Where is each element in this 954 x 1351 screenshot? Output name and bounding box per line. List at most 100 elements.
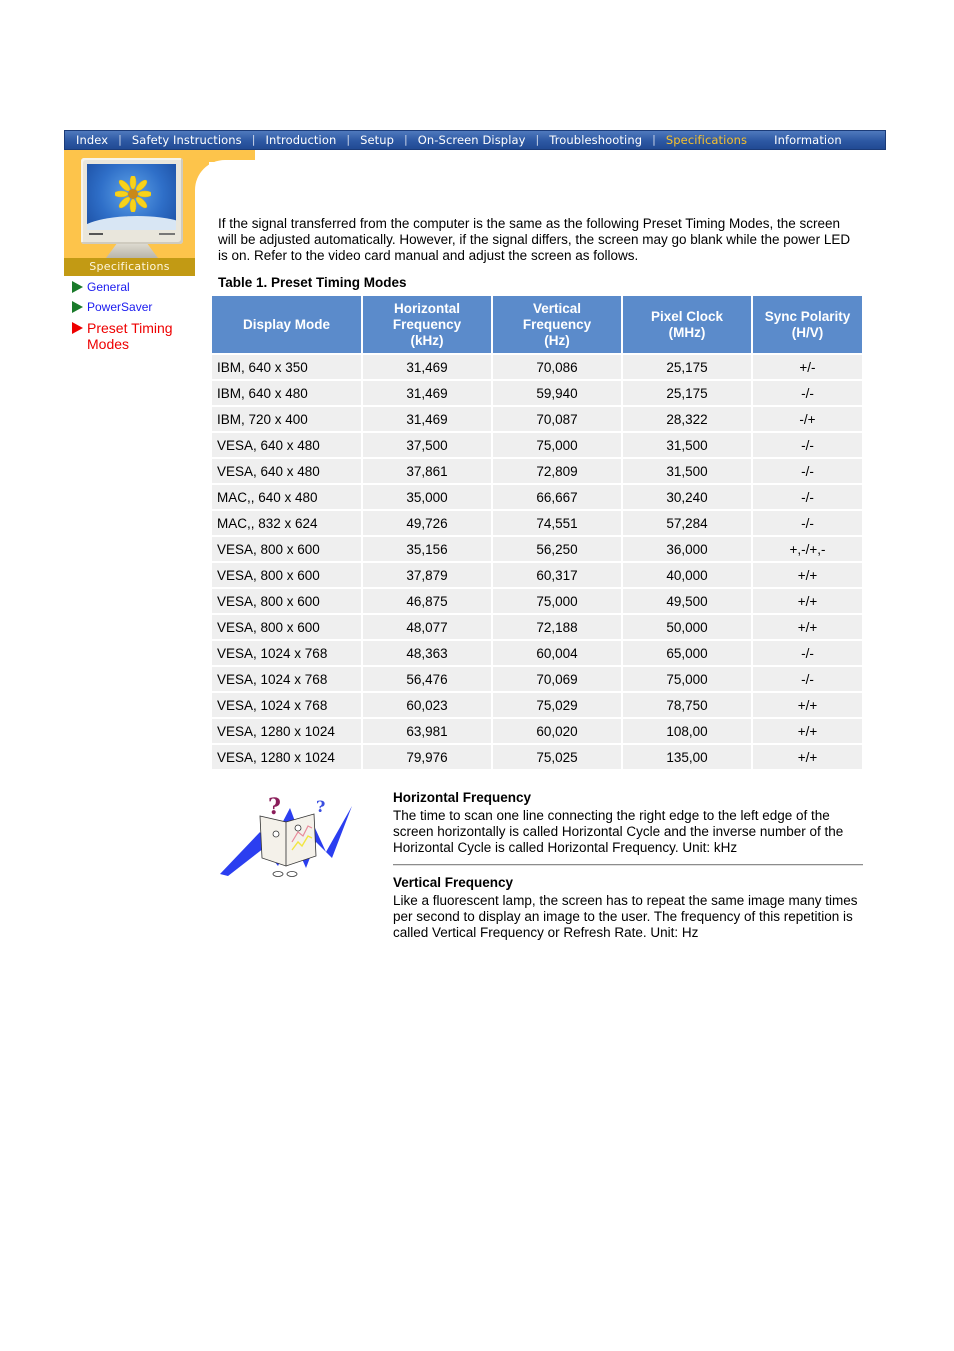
nav-item-specifications[interactable]: Specifications <box>666 131 747 149</box>
column-header-line: Vertical <box>532 300 582 316</box>
glossary-text-horizontal: The time to scan one line connecting the… <box>393 808 844 855</box>
side-menu-label[interactable]: Preset Timing Modes <box>87 320 182 352</box>
column-header-line: (MHz) <box>668 324 706 340</box>
table-cell: -/- <box>752 509 862 536</box>
table-cell: -/- <box>752 639 862 666</box>
table-cell: 70,086 <box>492 353 623 380</box>
preset-timing-table: Display Mode Horizontal Frequency (kHz) Vert… <box>212 296 862 769</box>
table-row: VESA, 1024 x 768 60,023 75,029 78,750 +/+ <box>212 691 862 718</box>
table-body: IBM, 640 x 350 31,469 70,086 25,175 +/- IBM, … <box>212 353 862 769</box>
table-cell: +/+ <box>752 561 862 588</box>
column-header-line: (Hz) <box>544 332 570 348</box>
triangle-arrow-icon <box>72 301 83 313</box>
nav-separator: | <box>404 133 408 146</box>
table-cell: -/+ <box>752 405 862 432</box>
table-cell: 78,750 <box>622 691 753 718</box>
side-menu-label[interactable]: General <box>87 280 130 295</box>
side-menu-item-general[interactable]: General <box>72 280 200 295</box>
table-cell: -/- <box>752 457 862 484</box>
monitor-image <box>81 158 183 244</box>
table-cell: VESA, 1024 x 768 <box>212 639 363 666</box>
nav-item-troubleshooting[interactable]: Troubleshooting <box>549 131 642 149</box>
side-menu-item-powersaver[interactable]: PowerSaver <box>72 300 200 315</box>
table-cell: 79,976 <box>362 743 493 769</box>
table-cell: VESA, 640 x 480 <box>212 457 363 484</box>
table-cell: 46,875 <box>362 587 493 614</box>
monitor-screen <box>87 164 176 230</box>
table-row: VESA, 1280 x 1024 79,976 75,025 135,00 +/+ <box>212 743 862 769</box>
table-row: VESA, 640 x 480 37,500 75,000 31,500 -/- <box>212 431 862 458</box>
table-cell: 66,667 <box>492 483 623 510</box>
table-row: IBM, 720 x 400 31,469 70,087 28,322 -/+ <box>212 405 862 432</box>
table-cell: 63,981 <box>362 717 493 744</box>
table-cell: -/- <box>752 665 862 692</box>
nav-item-on-screen-display[interactable]: On-Screen Display <box>418 131 526 149</box>
flower-icon <box>115 176 151 212</box>
side-menu-item-preset-timing-modes[interactable]: Preset Timing Modes <box>72 320 200 352</box>
nav-item-index[interactable]: Index <box>76 131 108 149</box>
table-cell: IBM, 640 x 350 <box>212 353 363 380</box>
table-cell: VESA, 1280 x 1024 <box>212 717 363 744</box>
table-cell: VESA, 800 x 600 <box>212 561 363 588</box>
table-cell: +/+ <box>752 743 862 769</box>
column-header-line: Horizontal <box>394 300 460 316</box>
column-header-line: Sync Polarity <box>764 308 851 324</box>
table-row: VESA, 1024 x 768 56,476 70,069 75,000 -/- <box>212 665 862 692</box>
table-cell: 25,175 <box>622 379 753 406</box>
table-cell: 35,156 <box>362 535 493 562</box>
table-cell: -/- <box>752 483 862 510</box>
column-header-line: (H/V) <box>791 324 824 340</box>
table-cell: 56,476 <box>362 665 493 692</box>
table-row: VESA, 1024 x 768 48,363 60,004 65,000 -/- <box>212 639 862 666</box>
nav-item-safety-instructions[interactable]: Safety Instructions <box>132 131 242 149</box>
nav-item-information[interactable]: Information <box>774 131 842 149</box>
nav-item-setup[interactable]: Setup <box>360 131 394 149</box>
table-cell: IBM, 720 x 400 <box>212 405 363 432</box>
column-header: Pixel Clock (MHz) <box>622 296 753 354</box>
table-cell: 35,000 <box>362 483 493 510</box>
table-header-row: Display Mode Horizontal Frequency (kHz) Vert… <box>212 296 862 354</box>
banner-curve <box>195 160 255 220</box>
table-row: IBM, 640 x 350 31,469 70,086 25,175 +/- <box>212 353 862 380</box>
column-header-line: Frequency <box>392 316 462 332</box>
nav-separator: | <box>251 133 256 146</box>
monitor-brand-logo <box>89 233 103 235</box>
top-navigation-bar: Index | Safety Instructions | Introduction | S… <box>64 130 886 150</box>
table-cell: 108,00 <box>622 717 753 744</box>
table-cell: 60,004 <box>492 639 623 666</box>
column-header-line: Frequency <box>522 316 592 332</box>
glossary-title-horizontal: Horizontal Frequency <box>393 790 532 805</box>
table-cell: +,-/+,- <box>752 535 862 562</box>
table-cell: 40,000 <box>622 561 753 588</box>
table-cell: 48,077 <box>362 613 493 640</box>
table-cell: 31,500 <box>622 457 753 484</box>
table-cell: 37,861 <box>362 457 493 484</box>
nav-item-introduction[interactable]: Introduction <box>266 131 337 149</box>
table-cell: 60,020 <box>492 717 623 744</box>
table-cell: 25,175 <box>622 353 753 380</box>
table-cell: 60,317 <box>492 561 623 588</box>
side-menu-label[interactable]: PowerSaver <box>87 300 152 315</box>
table-caption: Table 1. Preset Timing Modes <box>218 275 407 290</box>
confused-book-mascot-icon: ? ? <box>220 794 352 877</box>
table-cell: 49,500 <box>622 587 753 614</box>
table-cell: VESA, 640 x 480 <box>212 431 363 458</box>
table-cell: 75,000 <box>492 587 623 614</box>
table-cell: +/- <box>752 353 862 380</box>
glossary-divider <box>393 864 863 866</box>
table-row: VESA, 1280 x 1024 63,981 60,020 108,00 +/+ <box>212 717 862 744</box>
nav-separator: | <box>535 133 540 146</box>
table-cell: 37,879 <box>362 561 493 588</box>
table-cell: +/+ <box>752 587 862 614</box>
table-row: VESA, 800 x 600 48,077 72,188 50,000 +/+ <box>212 613 862 640</box>
table-cell: 31,469 <box>362 353 493 380</box>
table-cell: 75,000 <box>492 431 623 458</box>
table-cell: VESA, 1024 x 768 <box>212 691 363 718</box>
table-cell: VESA, 1024 x 768 <box>212 665 363 692</box>
glossary: Horizontal Frequency The time to scan on… <box>393 790 863 941</box>
column-header-line: (kHz) <box>410 332 444 348</box>
table-cell: -/- <box>752 431 862 458</box>
table-cell: 57,284 <box>622 509 753 536</box>
nav-separator: | <box>652 133 656 146</box>
table-row: VESA, 800 x 600 37,879 60,317 40,000 +/+ <box>212 561 862 588</box>
